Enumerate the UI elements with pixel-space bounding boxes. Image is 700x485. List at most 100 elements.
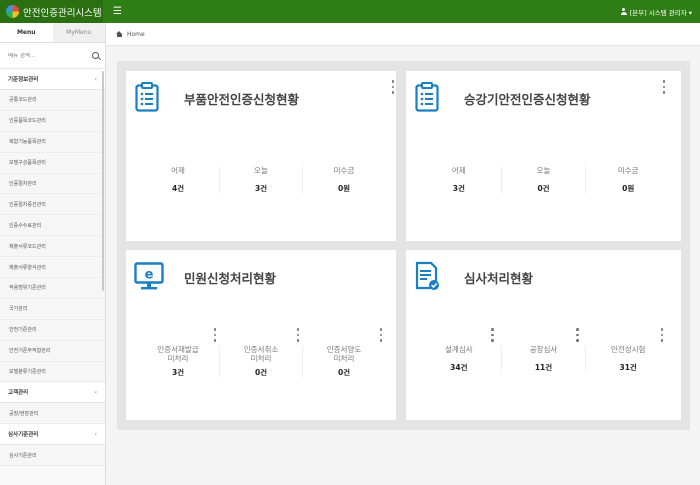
app-title: 안전인증관리시스템: [23, 7, 102, 19]
stat-value: 0건: [537, 183, 550, 193]
more-options-icon[interactable]: [379, 328, 383, 342]
stats-row: 인증서재발급 미처리 3건 인증서취소 미처리 0건 인증서양도 미처리 0건: [137, 328, 385, 379]
stat-label: 미수금: [617, 166, 639, 175]
stat-label: 어제: [451, 166, 466, 175]
more-options-icon[interactable]: [391, 80, 395, 94]
chevron-left-icon[interactable]: ‹: [95, 76, 97, 83]
sidebar-item[interactable]: 안전기준부적합관리: [0, 340, 105, 362]
stat-value: 0건: [254, 368, 268, 378]
breadcrumb-home[interactable]: Home: [127, 31, 145, 38]
stat-label: 인증서양도 미처리: [326, 345, 362, 363]
stat-factory-review[interactable]: 공장심사 11건: [502, 328, 587, 373]
more-options-icon[interactable]: [491, 328, 495, 342]
tab-menu[interactable]: Menu: [0, 23, 53, 42]
stat-design-review[interactable]: 설계심사 34건: [417, 328, 502, 373]
user-label: [본부] 시스템 관리자 ▾: [629, 8, 692, 17]
more-options-icon[interactable]: [660, 328, 664, 342]
sidebar-group[interactable]: 기준정보관리 ‹: [0, 69, 105, 90]
stat-label: 안전성시험: [610, 345, 646, 354]
top-bar: 안전인증관리시스템 ☰ [본부] 시스템 관리자 ▾: [0, 0, 700, 23]
svg-text:e: e: [145, 268, 154, 283]
card-part-cert-status: 부품안전인증신청현황 어제 4건 오늘 3건 미수금 0원: [126, 71, 396, 241]
card-civil-complaint-status: e 민원신청처리현황 인증서재발급 미처리 3건 인증서취소 미처리 0건 인증…: [126, 250, 396, 420]
sidebar-item[interactable]: 인증품목코드관리: [0, 110, 105, 132]
stat-label: 설계심사: [445, 345, 473, 354]
stat-yesterday[interactable]: 어제 4건: [137, 166, 220, 194]
stat-value: 0건: [337, 368, 351, 378]
stat-transfer-pending[interactable]: 인증서양도 미처리 0건: [303, 328, 385, 378]
card-review-status: 심사처리현황 설계심사 34건 공장심사 11건 안전성시험 31건: [406, 250, 681, 420]
stat-value: 0원: [337, 183, 351, 193]
sidebar-group-label: 기준정보관리: [8, 77, 39, 83]
stat-today[interactable]: 오늘 0건: [502, 166, 587, 194]
stat-value: 0원: [622, 183, 635, 193]
dashboard: 부품안전인증신청현황 어제 4건 오늘 3건 미수금 0원 승강기안전인증신청현…: [117, 61, 690, 430]
logo-icon: [6, 5, 19, 18]
sidebar-group[interactable]: 고객관리 ‹: [0, 382, 105, 404]
user-menu[interactable]: [본부] 시스템 관리자 ▾: [620, 7, 692, 17]
stat-unpaid[interactable]: 미수금 0원: [586, 166, 670, 194]
sidebar-tabs: Menu MyMenu: [0, 23, 105, 43]
sidebar-item[interactable]: 모델분류기준관리: [0, 361, 105, 383]
sidebar-group-label: 심사기준관리: [8, 432, 39, 439]
stat-yesterday[interactable]: 어제 3건: [417, 166, 502, 194]
sidebar-item[interactable]: 인증절차증선관리: [0, 194, 105, 216]
sidebar-item[interactable]: 인증수수료관리: [0, 215, 105, 237]
stat-value: 3건: [254, 183, 268, 193]
sidebar-item[interactable]: 국가관리: [0, 298, 105, 320]
stat-value: 4건: [171, 183, 185, 193]
stat-label: 인증서재발급 미처리: [157, 345, 199, 363]
sidebar-item[interactable]: 인증절차관리: [0, 173, 105, 195]
more-options-icon[interactable]: [213, 328, 217, 342]
clipboard-list-icon: [135, 82, 159, 112]
more-options-icon[interactable]: [575, 328, 579, 342]
monitor-e-icon: e: [134, 262, 164, 290]
sidebar-item[interactable]: 안전기준관리: [0, 319, 105, 341]
menu-search: [0, 43, 105, 69]
stat-label: 미수금: [333, 166, 355, 175]
chevron-left-icon[interactable]: ‹: [95, 389, 97, 396]
document-check-icon: [415, 261, 439, 290]
menu-search-input[interactable]: [8, 52, 92, 59]
sidebar-item[interactable]: 제출서류양식관리: [0, 257, 105, 279]
stat-reissue-pending[interactable]: 인증서재발급 미처리 3건: [137, 328, 220, 379]
app-logo[interactable]: 안전인증관리시스템: [0, 0, 103, 23]
sidebar-scrollbar[interactable]: [102, 71, 104, 291]
user-icon: [620, 8, 627, 15]
stats-row: 어제 4건 오늘 3건 미수금 0원: [137, 166, 385, 194]
sidebar-group-label: 고객관리: [8, 390, 29, 397]
stat-value: 31건: [619, 362, 637, 372]
stat-label: 어제: [171, 166, 185, 175]
home-icon[interactable]: [116, 31, 123, 37]
stat-label: 오늘: [536, 166, 551, 175]
more-options-icon[interactable]: [662, 80, 666, 94]
stat-value: 34건: [450, 362, 468, 372]
more-options-icon[interactable]: [296, 328, 300, 342]
chevron-left-icon[interactable]: ‹: [95, 431, 97, 438]
sidebar-item[interactable]: 공통코드관리: [0, 90, 105, 111]
sidebar-item[interactable]: 적용범위기준관리: [0, 278, 105, 299]
stat-safety-test[interactable]: 안전성시험 31건: [586, 328, 670, 373]
stat-unpaid[interactable]: 미수금 0원: [303, 166, 385, 194]
card-title: 심사처리현황: [464, 271, 534, 286]
stat-label: 오늘: [254, 166, 268, 175]
stat-cancel-pending[interactable]: 인증서취소 미처리 0건: [220, 328, 303, 379]
sidebar-item[interactable]: 심사기준관리: [0, 445, 105, 467]
clipboard-list-icon: [415, 82, 439, 112]
stat-today[interactable]: 오늘 3건: [220, 166, 303, 194]
sidebar-item[interactable]: 제출서류코드관리: [0, 236, 105, 258]
sidebar-item[interactable]: 복합기능품목관리: [0, 131, 105, 153]
stat-value: 3건: [171, 368, 185, 378]
card-title: 승강기안전인증신청현황: [464, 92, 591, 107]
sidebar-item[interactable]: 모델구성품목관리: [0, 152, 105, 174]
sidebar: Menu MyMenu 기준정보관리 ‹ 공통코드관리인증품목코드관리복합기능품목관…: [0, 23, 106, 485]
search-icon[interactable]: [92, 52, 99, 59]
sidebar-group[interactable]: 심사기준관리 ‹: [0, 424, 105, 446]
menu-toggle-icon[interactable]: ☰: [113, 6, 122, 17]
stat-value: 3건: [452, 183, 465, 193]
sidebar-item[interactable]: 공장/현장관리: [0, 403, 105, 425]
card-title: 민원신청처리현황: [184, 271, 277, 286]
stat-label: 공장심사: [529, 345, 558, 354]
tab-mymenu[interactable]: MyMenu: [52, 23, 105, 42]
card-title: 부품안전인증신청현황: [184, 92, 300, 107]
